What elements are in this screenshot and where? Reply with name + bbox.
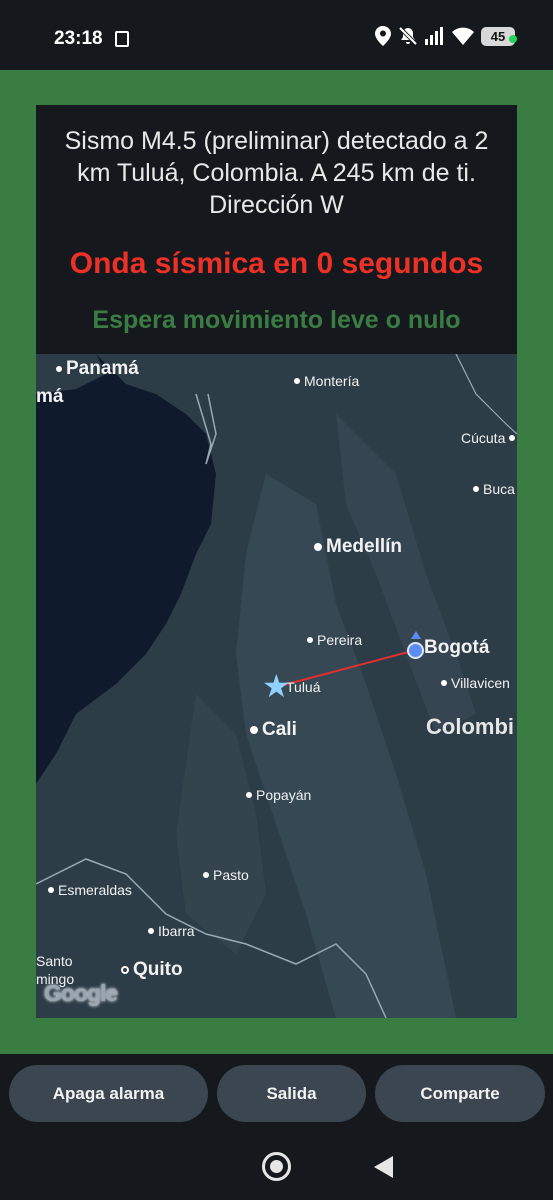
home-icon[interactable] xyxy=(262,1152,291,1181)
city-santo: Santo xyxy=(36,953,73,969)
city-cucuta: Cúcuta xyxy=(461,430,517,446)
city-villavicencio: Villavicen xyxy=(441,675,510,691)
share-button[interactable]: Comparte xyxy=(375,1065,545,1122)
city-pasto: Pasto xyxy=(203,867,249,883)
city-bucaramanga: Buca xyxy=(473,481,515,497)
screenshot-icon xyxy=(115,31,129,47)
country-label: Colombi xyxy=(426,714,514,739)
wifi-icon xyxy=(452,27,474,45)
mute-icon xyxy=(398,26,418,46)
alert-panel: Sismo M4.5 (preliminar) detectado a 2 km… xyxy=(36,105,517,355)
action-bar: Apaga alarma Salida Comparte xyxy=(0,1054,553,1134)
city-monteria: Montería xyxy=(294,373,359,389)
location-icon xyxy=(375,26,391,46)
status-bar: 23:18 45 xyxy=(0,0,553,70)
city-ibarra: Ibarra xyxy=(148,923,195,939)
city-bogota: Bogotá xyxy=(424,637,490,658)
city-panama-cut: má xyxy=(36,386,64,407)
city-tulua: Tuluá xyxy=(286,679,321,695)
city-medellin: Medellín xyxy=(314,536,402,558)
city-esmeraldas: Esmeraldas xyxy=(48,882,132,898)
google-logo: Google xyxy=(44,980,118,1006)
signal-icon xyxy=(425,27,443,45)
user-heading-icon xyxy=(411,631,421,639)
earthquake-map[interactable]: Panamá má Montería Cúcuta Buca Medellín … xyxy=(36,354,517,1018)
system-nav-bar xyxy=(0,1134,553,1200)
shaking-expectation: Espera movimiento leve o nulo xyxy=(92,306,461,334)
user-location-icon[interactable] xyxy=(407,642,424,659)
city-popayan: Popayán xyxy=(246,787,311,803)
city-panama: Panamá xyxy=(56,358,139,380)
stop-alarm-button[interactable]: Apaga alarma xyxy=(9,1065,208,1122)
city-quito: Quito xyxy=(121,959,183,981)
seismic-wave-countdown: Onda sísmica en 0 segundos xyxy=(69,247,484,280)
alert-message: Sismo M4.5 (preliminar) detectado a 2 km… xyxy=(64,127,489,219)
city-cali: Cali xyxy=(250,719,297,741)
back-icon[interactable] xyxy=(374,1156,393,1178)
city-pereira: Pereira xyxy=(307,632,362,648)
exit-button[interactable]: Salida xyxy=(217,1065,366,1122)
status-time: 23:18 xyxy=(54,28,103,49)
status-icons: 45 xyxy=(375,26,515,46)
privacy-indicator-dot xyxy=(509,35,517,43)
epicenter-star-icon[interactable]: ★ xyxy=(262,670,291,702)
